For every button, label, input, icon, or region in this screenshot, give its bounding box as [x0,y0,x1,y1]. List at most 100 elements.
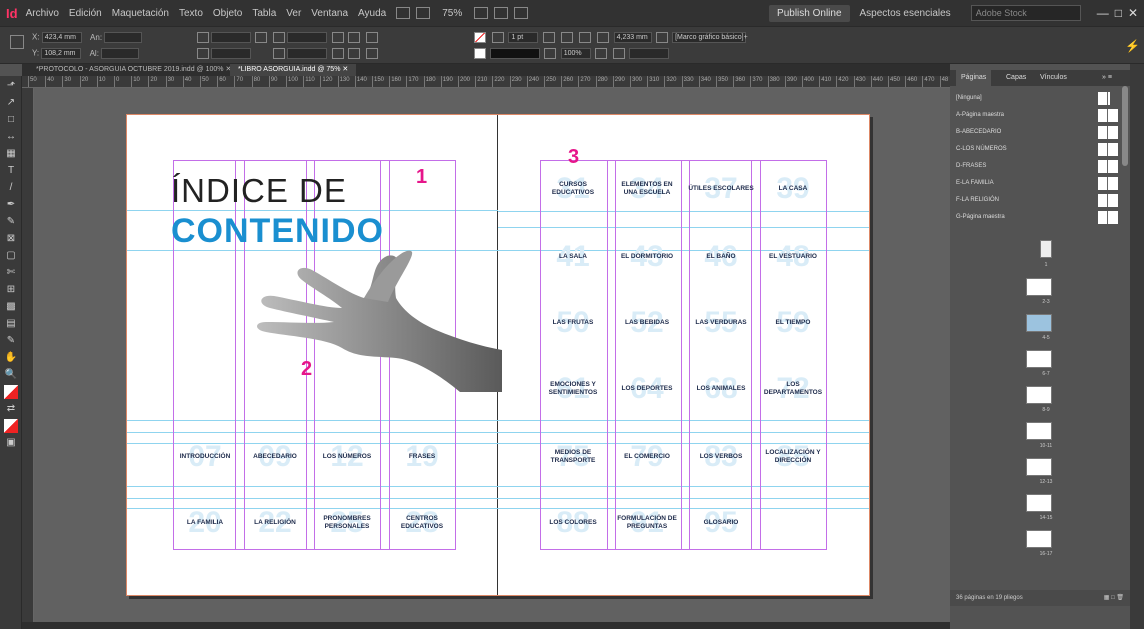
select-container-icon[interactable] [365,32,378,43]
hand-image[interactable] [246,242,502,392]
column-guide[interactable] [760,160,761,550]
note-tool-icon[interactable]: ▤ [4,317,18,331]
corner-size-field[interactable]: 4,233 mm [613,32,652,43]
index-entry[interactable]: 19 FRASES [389,434,455,480]
corner-icon[interactable] [597,32,610,43]
workspace-switcher[interactable]: Aspectos esenciales [860,8,951,19]
menu-texto[interactable]: Texto [179,8,203,19]
pasteboard[interactable]: ÍNDICE DE CONTENIDO 1 2 3 07 INTRODUCCIÓN… [34,88,950,629]
index-entry[interactable]: 72 LOS DEPARTAMENTOS [760,366,826,412]
minimize-icon[interactable]: — [1097,6,1109,20]
margin-guide[interactable] [173,160,455,161]
pen-tool-icon[interactable]: ✒ [4,198,18,212]
rotate-cw-icon[interactable] [331,32,344,43]
index-entry[interactable]: 59 EL TIEMPO [760,300,826,346]
page-spread[interactable]: ÍNDICE DE CONTENIDO 1 2 3 07 INTRODUCCIÓN… [126,114,870,596]
index-entry[interactable]: 75 MEDIOS DE TRANSPORTE [540,434,606,480]
margin-guide[interactable] [540,160,826,161]
column-guide[interactable] [540,160,541,550]
bridge-icon[interactable] [396,7,411,19]
index-entry[interactable]: 64 LOS DEPORTES [614,366,680,412]
close-icon[interactable]: ✕ [1128,6,1138,20]
master-g[interactable]: G-Página maestra [956,209,1118,226]
content-collector-icon[interactable]: ▦ [4,147,18,161]
margin-guide[interactable] [540,549,826,550]
default-colors-icon[interactable]: ⇄ [4,402,18,416]
constrain-proportions-icon[interactable] [255,32,268,43]
select-content-icon[interactable] [365,48,378,59]
flip-h-icon[interactable] [347,32,360,43]
align-icon[interactable] [579,32,592,43]
guide[interactable] [126,420,870,421]
page-thumb[interactable] [1026,494,1052,512]
page-thumb[interactable] [1026,314,1052,332]
scale-y-field[interactable] [211,48,251,59]
line-tool-icon[interactable]: / [4,181,18,195]
direct-selection-tool-icon[interactable]: ↗ [4,96,18,110]
page-thumb[interactable] [1026,350,1052,368]
index-entry[interactable]: 61 EMOCIONES Y SENTIMIENTOS [540,366,606,412]
index-entry[interactable] [760,500,826,546]
pages-scrollbar[interactable] [1122,86,1128,166]
object-style-select[interactable]: [Marco gráfico básico]+ [672,32,748,43]
fx-icon[interactable] [560,32,573,43]
eyedropper-tool-icon[interactable]: ✎ [4,334,18,348]
column-guide[interactable] [615,160,616,550]
height-field[interactable] [101,48,140,59]
zoom-select[interactable]: 75% [442,8,462,19]
new-page-icon[interactable]: ▦ □ 🗑 [1104,590,1124,606]
tab-capas[interactable]: Capas [1006,70,1026,86]
index-entry[interactable]: 48 EL VESTUARIO [760,234,826,280]
column-guide[interactable] [751,160,752,550]
horizontal-ruler[interactable]: 50 40 30 20 10 0 10 20 30 40 50 60 70 80 90 100 110 120 13… [22,76,950,88]
opacity-field[interactable]: 100% [560,48,591,59]
index-entry[interactable]: 50 LAS FRUTAS [540,300,606,346]
index-entry[interactable]: 68 LOS ANIMALES [688,366,754,412]
menu-archivo[interactable]: Archivo [26,8,59,19]
rotation-field[interactable] [287,32,328,43]
stroke-weight-field[interactable]: 1 pt [508,32,539,43]
margin-guide[interactable] [173,549,455,550]
stock-icon[interactable] [416,7,431,19]
free-transform-tool-icon[interactable]: ⊞ [4,283,18,297]
x-position-field[interactable]: 423,4 mm [41,32,82,43]
index-entry[interactable]: 88 LOS COLORES [540,500,606,546]
index-entry[interactable]: 34 ELEMENTOS EN UNA ESCUELA [614,166,680,212]
tab-libro-asorguia[interactable]: *LIBRO ASORGUIA.indd @ 75% ✕ [230,64,357,76]
guide[interactable] [126,498,870,499]
index-entry[interactable]: 37 ÚTILES ESCOLARES [688,166,754,212]
index-title-line1[interactable]: ÍNDICE DE [171,172,347,210]
shear-field[interactable] [287,48,328,59]
menu-tabla[interactable]: Tabla [252,8,276,19]
gap-tool-icon[interactable]: ↔ [4,130,18,144]
reference-point-icon[interactable] [8,35,26,49]
master-c[interactable]: C-LOS NÚMEROS [956,141,1118,158]
menu-edicion[interactable]: Edición [69,8,102,19]
column-guide[interactable] [607,160,608,550]
index-entry[interactable]: 07 INTRODUCCIÓN [172,434,238,480]
tab-protocolo[interactable]: *PROTOCOLO - ASORGUIA OCTUBRE 2019.indd … [28,64,239,76]
index-entry[interactable]: 85 LOCALIZACIÓN Y DIRECCIÓN [760,434,826,480]
stroke-swatch-icon[interactable] [474,48,486,59]
page-tool-icon[interactable]: □ [4,113,18,127]
master-e[interactable]: E-LA FAMILIA [956,175,1118,192]
maximize-icon[interactable]: □ [1115,6,1122,20]
rotate-ccw-icon[interactable] [331,48,344,59]
menu-maquetacion[interactable]: Maquetación [112,8,169,19]
page-thumb[interactable] [1026,386,1052,404]
selection-tool-icon[interactable]: ⬏ [4,79,18,93]
page-thumb[interactable] [1026,422,1052,440]
menu-ayuda[interactable]: Ayuda [358,8,386,19]
index-entry[interactable]: 55 LAS VERDURAS [688,300,754,346]
lightning-icon[interactable]: ⚡ [1125,39,1140,53]
tab-paginas[interactable]: Páginas [956,70,992,86]
width-field[interactable] [104,32,143,43]
vertical-ruler[interactable] [22,88,34,629]
index-entry[interactable]: 28 CENTROS EDUCATIVOS [389,500,455,546]
view-options-icon[interactable] [474,7,489,19]
page-thumb[interactable] [1026,278,1052,296]
master-none[interactable]: [Ninguna] [956,90,1118,107]
rectangle-tool-icon[interactable]: ▢ [4,249,18,263]
hand-tool-icon[interactable]: ✋ [4,351,18,365]
collapsed-panels-strip[interactable] [1130,64,1144,629]
